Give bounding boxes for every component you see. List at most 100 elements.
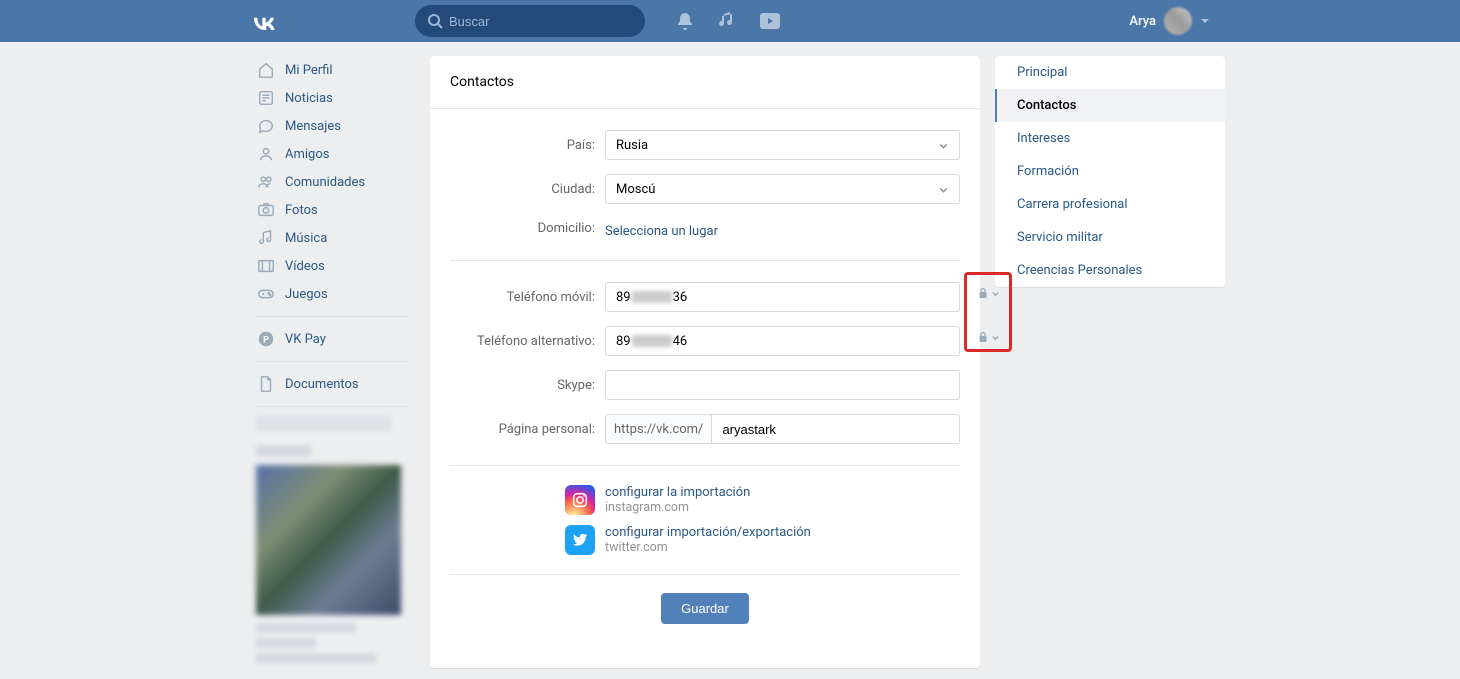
- sidebar-ad-image[interactable]: [256, 465, 401, 615]
- videos-icon: [256, 256, 276, 276]
- home-icon: [256, 60, 276, 80]
- contacts-panel: Contactos País: Rusia Ciudad: Moscú: [430, 56, 980, 668]
- sidebar-item-label: Comunidades: [285, 175, 365, 190]
- vk-logo-icon[interactable]: [250, 13, 278, 30]
- label-personal-page: Página personal:: [450, 422, 605, 437]
- label-alt-phone: Teléfono alternativo:: [450, 334, 605, 349]
- sidebar-item-photos[interactable]: Fotos: [250, 196, 415, 224]
- divider: [450, 465, 960, 466]
- user-name: Arya: [1129, 14, 1156, 29]
- sidebar-placeholder: [256, 415, 391, 431]
- sidebar-item-communities[interactable]: Comunidades: [250, 168, 415, 196]
- chevron-down-icon: [991, 333, 1000, 342]
- games-icon: [256, 284, 276, 304]
- city-select[interactable]: Moscú: [605, 174, 960, 204]
- sidebar-item-label: Mensajes: [285, 119, 341, 134]
- sidebar-placeholder: [256, 653, 376, 663]
- sidebar-item-videos[interactable]: Vídeos: [250, 252, 415, 280]
- label-city: Ciudad:: [450, 182, 605, 197]
- avatar: [1164, 7, 1192, 35]
- sidebar-item-label: Juegos: [285, 287, 328, 302]
- instagram-icon: [565, 485, 595, 515]
- sidebar-item-label: Amigos: [285, 147, 329, 162]
- svg-text:P: P: [263, 336, 269, 346]
- sidebar-divider: [256, 406, 409, 407]
- sidebar-item-vkpay[interactable]: P VK Pay: [250, 325, 415, 353]
- nav-servicio-militar[interactable]: Servicio militar: [995, 221, 1225, 254]
- page-title: Contactos: [430, 56, 980, 109]
- sidebar-item-music[interactable]: Música: [250, 224, 415, 252]
- redacted: [632, 291, 672, 303]
- privacy-toggle-mobile[interactable]: [977, 287, 1000, 299]
- sidebar-item-games[interactable]: Juegos: [250, 280, 415, 308]
- nav-contactos[interactable]: Contactos: [995, 89, 1225, 122]
- twitter-domain: twitter.com: [605, 540, 811, 555]
- vkpay-icon: P: [256, 329, 276, 349]
- sidebar-item-label: Fotos: [285, 203, 318, 218]
- divider: [450, 574, 960, 575]
- notifications-icon[interactable]: [675, 11, 695, 31]
- skype-input[interactable]: [605, 370, 960, 400]
- divider: [450, 260, 960, 261]
- nav-creencias[interactable]: Creencias Personales: [995, 254, 1225, 287]
- alt-phone-input[interactable]: 8946: [605, 326, 960, 356]
- instagram-import-link[interactable]: configurar la importación: [605, 485, 750, 500]
- messages-icon: [256, 116, 276, 136]
- mobile-input[interactable]: 8936: [605, 282, 960, 312]
- settings-side-nav: Principal Contactos Intereses Formación …: [995, 56, 1225, 287]
- personal-page-input[interactable]: [712, 415, 959, 443]
- sidebar-item-label: Documentos: [285, 377, 359, 392]
- nav-carrera[interactable]: Carrera profesional: [995, 188, 1225, 221]
- lock-icon: [977, 287, 989, 299]
- sidebar-item-messages[interactable]: Mensajes: [250, 112, 415, 140]
- lock-icon: [977, 331, 989, 343]
- nav-principal[interactable]: Principal: [995, 56, 1225, 89]
- chevron-down-icon: [938, 140, 949, 151]
- label-home: Domicilio:: [450, 221, 605, 236]
- chevron-down-icon: [938, 184, 949, 195]
- chevron-down-icon: [1200, 16, 1210, 26]
- sidebar-placeholder: [256, 623, 356, 633]
- label-mobile: Teléfono móvil:: [450, 290, 605, 305]
- save-button[interactable]: Guardar: [661, 593, 749, 624]
- privacy-toggle-alt[interactable]: [977, 331, 1000, 343]
- left-sidebar: Mi Perfil Noticias Mensajes Amigos Comun…: [250, 56, 415, 668]
- documents-icon: [256, 374, 276, 394]
- top-header: Arya: [0, 0, 1460, 42]
- user-menu[interactable]: Arya: [1129, 7, 1210, 35]
- twitter-import-link[interactable]: configurar importación/exportación: [605, 525, 811, 540]
- sidebar-item-label: Música: [285, 231, 327, 246]
- instagram-domain: instagram.com: [605, 500, 750, 515]
- music-icon[interactable]: [717, 11, 737, 31]
- sidebar-item-profile[interactable]: Mi Perfil: [250, 56, 415, 84]
- search-input[interactable]: [415, 5, 645, 37]
- friends-icon: [256, 144, 276, 164]
- twitter-icon: [565, 525, 595, 555]
- redacted: [632, 335, 672, 347]
- chevron-down-icon: [991, 289, 1000, 298]
- photos-icon: [256, 200, 276, 220]
- sidebar-item-label: Noticias: [285, 91, 333, 106]
- nav-formacion[interactable]: Formación: [995, 155, 1225, 188]
- sidebar-item-friends[interactable]: Amigos: [250, 140, 415, 168]
- label-country: País:: [450, 138, 605, 153]
- sidebar-placeholder: [256, 445, 311, 457]
- sidebar-item-documents[interactable]: Documentos: [250, 370, 415, 398]
- sidebar-divider: [256, 361, 409, 362]
- sidebar-divider: [256, 316, 409, 317]
- music-icon: [256, 228, 276, 248]
- sidebar-item-news[interactable]: Noticias: [250, 84, 415, 112]
- country-select[interactable]: Rusia: [605, 130, 960, 160]
- select-location-link[interactable]: Selecciona un lugar: [605, 224, 718, 239]
- nav-intereses[interactable]: Intereses: [995, 122, 1225, 155]
- label-skype: Skype:: [450, 378, 605, 393]
- sidebar-item-label: Mi Perfil: [285, 63, 333, 78]
- sidebar-item-label: Vídeos: [285, 259, 325, 274]
- communities-icon: [256, 172, 276, 192]
- sidebar-item-label: VK Pay: [285, 332, 326, 347]
- video-icon[interactable]: [759, 12, 781, 30]
- sidebar-placeholder: [256, 638, 316, 648]
- url-prefix: https://vk.com/: [606, 415, 712, 443]
- search-icon: [427, 13, 443, 29]
- news-icon: [256, 88, 276, 108]
